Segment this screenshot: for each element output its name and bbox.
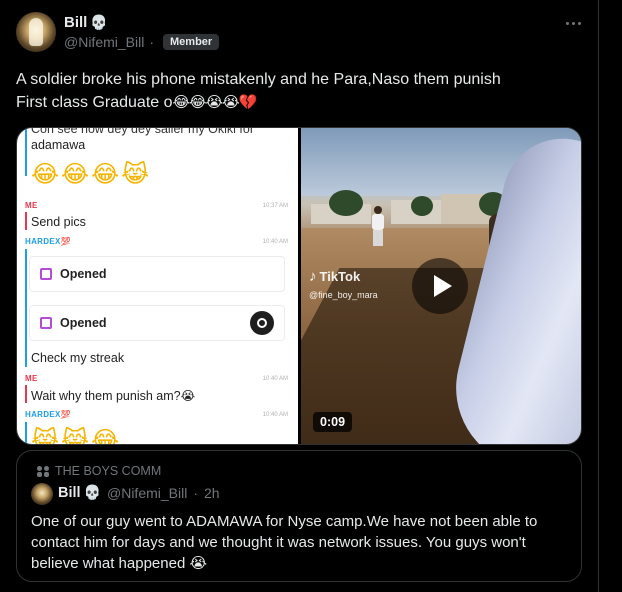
chat-sender-me: ME <box>25 374 38 383</box>
snap-label: Opened <box>60 267 107 281</box>
chat-sender-hardex: HARDEX💯 <box>25 410 71 419</box>
chat-bar <box>25 212 27 230</box>
tiktok-note-icon: ♪ <box>309 268 317 285</box>
author-avatar[interactable] <box>16 12 56 52</box>
chat-msg-check-streak: Check my streak <box>31 351 125 365</box>
more-options-icon[interactable] <box>562 14 584 32</box>
tiktok-handle: @fine_boy_mara <box>309 290 378 300</box>
chat-emoji-row-2: 😹😹😂 <box>31 426 122 445</box>
author-handle[interactable]: @Nifemi_Bill <box>64 34 144 50</box>
snap-square-icon <box>40 268 52 280</box>
skull-emoji-icon: 💀 <box>83 485 101 501</box>
snap-label: Opened <box>60 316 107 330</box>
tiktok-watermark: ♪ TikTok <box>309 268 360 285</box>
video-duration: 0:09 <box>313 412 353 432</box>
snap-opened-2: Opened <box>29 305 285 341</box>
people-icon <box>37 465 50 477</box>
community-label[interactable]: THE BOYS COMM <box>37 464 161 478</box>
quoted-text-emoji: 😭 <box>189 554 207 572</box>
post-text-line-2-text: First class Graduate o <box>16 94 173 111</box>
chat-bar <box>25 128 27 176</box>
handle-separator: · <box>149 34 155 50</box>
media-grid: Con see how dey dey saller my Okiki for … <box>16 127 582 445</box>
skull-emoji-icon: 💀 <box>90 14 108 31</box>
chat-line-adamawa: adamawa <box>31 138 86 152</box>
chat-bar <box>25 249 27 367</box>
chat-screenshot-image[interactable]: Con see how dey dey saller my Okiki for … <box>17 128 298 445</box>
chat-sender-hardex: HARDEX💯 <box>25 237 71 246</box>
quoted-text: One of our guy went to ADAMAWA for Nyse … <box>31 511 571 574</box>
author-name-row[interactable]: Bill 💀 <box>64 14 108 31</box>
quoted-author-row: Bill 💀 @Nifemi_Bill · 2h <box>58 485 220 501</box>
chat-partial-line: Con see how dey dey saller my Okiki for <box>31 128 255 136</box>
quoted-author-avatar <box>31 483 53 505</box>
author-display-name[interactable]: Bill <box>64 14 87 31</box>
chat-emoji-row-1: 😂😂😂😹 <box>31 160 152 188</box>
community-name: THE BOYS COMM <box>55 464 162 478</box>
quoted-separator: · <box>193 485 199 501</box>
member-badge: Member <box>163 34 220 50</box>
quoted-author-name: Bill <box>58 485 81 501</box>
quoted-post[interactable]: THE BOYS COMM Bill 💀 @Nifemi_Bill · 2h O… <box>16 450 582 582</box>
chat-msg-wait-why: Wait why them punish am?😭 <box>31 389 196 403</box>
post-text: A soldier broke his phone mistakenly and… <box>16 68 586 114</box>
chat-timestamp: 10:37 AM <box>262 203 288 209</box>
chat-msg-send-pics: Send pics <box>31 215 86 229</box>
tiktok-wordmark: TikTok <box>319 269 361 284</box>
chat-bar <box>25 422 27 444</box>
play-button-icon[interactable] <box>412 258 468 314</box>
post-text-line-2: First class Graduate o😂😂😭😭💔 <box>16 91 586 114</box>
column-divider <box>598 0 599 592</box>
quoted-text-body: One of our guy went to ADAMAWA for Nyse … <box>31 513 538 572</box>
post-text-line-1: A soldier broke his phone mistakenly and… <box>16 71 501 88</box>
chat-timestamp: 10:40 AM <box>262 376 288 382</box>
snap-opened-1: Opened <box>29 256 285 292</box>
chat-timestamp: 10:40 AM <box>262 239 288 245</box>
post-emojis: 😂😂😭😭💔 <box>172 93 258 111</box>
snap-square-icon <box>40 317 52 329</box>
quoted-time: 2h <box>204 485 220 501</box>
camera-icon <box>250 311 274 335</box>
chat-sender-me: ME <box>25 201 38 210</box>
quoted-author-handle: @Nifemi_Bill <box>107 485 188 501</box>
chat-bar <box>25 385 27 403</box>
chat-timestamp: 10:40 AM <box>262 412 288 418</box>
video-person <box>369 206 387 246</box>
author-handle-row: @Nifemi_Bill · Member <box>64 34 220 50</box>
video-player[interactable]: ♪ TikTok @fine_boy_mara 0:09 <box>301 128 581 444</box>
